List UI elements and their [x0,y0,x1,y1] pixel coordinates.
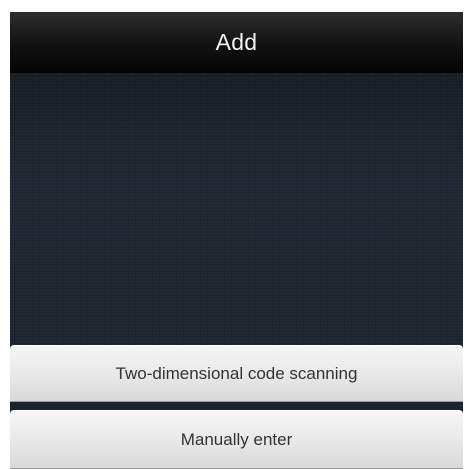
content-area [10,73,463,351]
button-divider [10,402,463,410]
manual-enter-label: Manually enter [180,429,293,449]
manual-enter-button[interactable]: Manually enter [10,410,463,469]
title-bar: Add [10,12,463,73]
qr-code-scan-label: Two-dimensional code scanning [115,363,358,383]
page-title: Add [215,29,258,55]
qr-code-scan-button[interactable]: Two-dimensional code scanning [10,345,463,402]
add-screen: Add Two-dimensional code scanning Manual… [10,12,463,469]
